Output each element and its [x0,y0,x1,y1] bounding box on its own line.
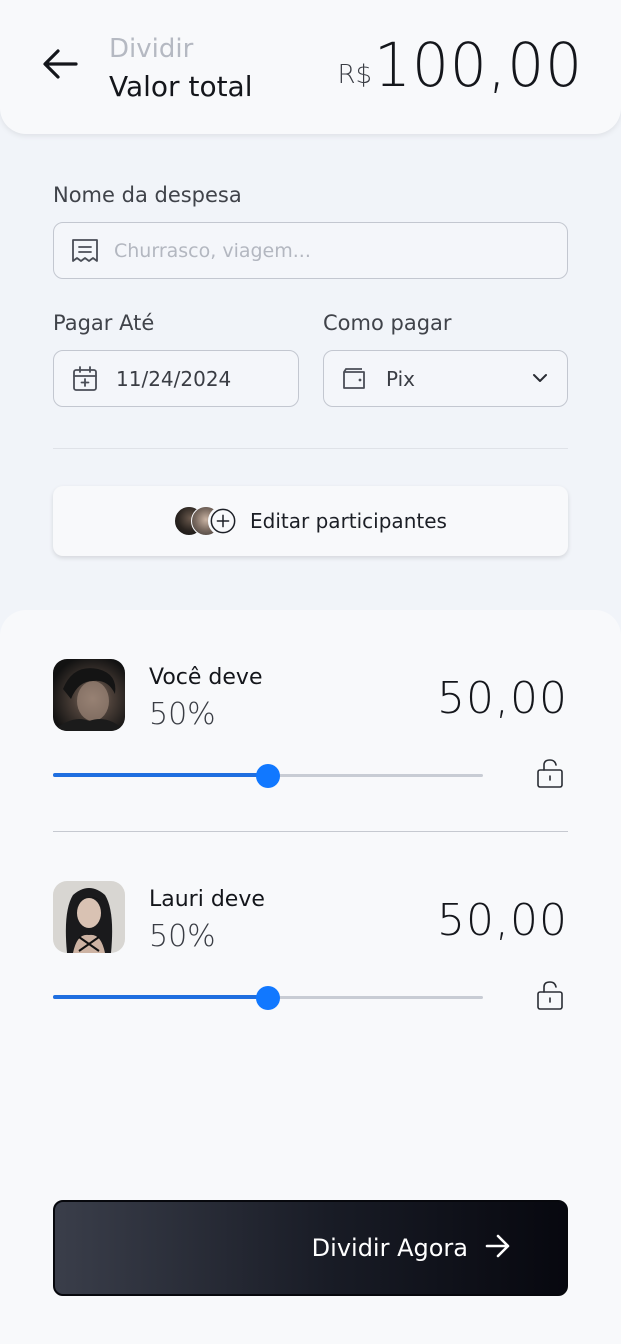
split-slider[interactable] [53,763,483,788]
split-amount: 50,00 [437,895,568,946]
expense-name-input[interactable] [114,239,534,262]
slider-fill [53,773,268,777]
total-value: 100,00 [374,29,583,101]
split-percent: 50% [149,919,216,954]
edit-participants-button[interactable]: Editar participantes [53,486,568,556]
total-amount: R$ 100,00 [337,29,583,101]
split-row: Você deve 50% 50,00 [0,659,621,809]
slider-thumb[interactable] [256,764,280,788]
split-percent: 50% [149,697,216,732]
payment-method-select[interactable]: Pix [323,350,568,407]
unlock-icon[interactable] [535,979,565,1011]
page-title: Valor total [109,70,253,103]
wallet-icon [340,364,370,394]
divider [53,831,568,832]
slider-fill [53,995,268,999]
split-row: Lauri deve 50% 50,00 [0,881,621,1031]
due-date-label: Pagar Até [53,311,155,335]
expense-name-label: Nome da despesa [53,183,242,207]
payment-method-value: Pix [386,366,416,391]
payment-method-label: Como pagar [323,311,452,335]
slider-thumb[interactable] [256,986,280,1010]
header: Dividir Valor total R$ 100,00 [0,0,621,134]
split-name: Você deve [149,665,263,690]
split-now-button[interactable]: Dividir Agora [53,1200,568,1296]
header-subtitle: Dividir [109,34,194,64]
avatar [53,659,125,731]
receipt-icon [70,236,100,266]
currency-symbol: R$ [337,60,373,90]
edit-participants-label: Editar participantes [250,509,447,533]
divider [53,448,568,449]
split-slider[interactable] [53,985,483,1010]
split-name: Lauri deve [149,887,265,912]
avatar [53,881,125,953]
calendar-icon [70,364,100,394]
participant-avatars [174,506,240,536]
arrow-right-icon [484,1233,512,1263]
due-date-value: 11/24/2024 [116,366,232,391]
expense-name-field[interactable] [53,222,568,279]
unlock-icon[interactable] [535,757,565,789]
back-arrow-icon[interactable] [40,46,80,82]
due-date-field[interactable]: 11/24/2024 [53,350,299,407]
add-participant-icon [208,506,239,536]
chevron-down-icon [529,367,551,389]
split-amount: 50,00 [437,673,568,724]
split-now-label: Dividir Agora [311,1234,468,1262]
